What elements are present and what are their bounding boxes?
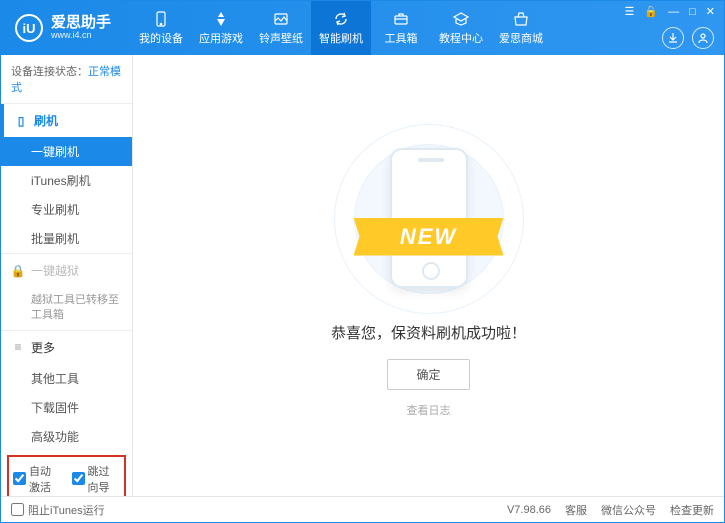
sidebar-item-batch[interactable]: 批量刷机	[1, 224, 132, 253]
version-label: V7.98.66	[507, 504, 551, 516]
new-banner: NEW	[354, 218, 504, 256]
logo-section: iU 爱思助手 www.i4.cn	[1, 14, 125, 42]
toolbox-icon	[392, 10, 410, 28]
sidebar-item-firmware[interactable]: 下载固件	[1, 393, 132, 422]
success-illustration: NEW	[334, 134, 524, 304]
view-log-link[interactable]: 查看日志	[407, 402, 451, 418]
connection-status: 设备连接状态：正常模式	[1, 55, 132, 103]
jailbreak-note: 越狱工具已转移至工具箱	[1, 287, 132, 330]
ok-button[interactable]: 确定	[387, 359, 469, 390]
service-link[interactable]: 客服	[565, 502, 587, 518]
minimize-icon[interactable]: —	[665, 6, 682, 18]
refresh-icon	[332, 10, 350, 28]
sidebar-header-jailbreak[interactable]: 🔒 一键越狱	[1, 254, 132, 287]
download-button[interactable]	[662, 27, 684, 49]
sidebar-item-advanced[interactable]: 高级功能	[1, 422, 132, 451]
close-icon[interactable]: ✕	[703, 5, 718, 18]
apps-icon	[212, 10, 230, 28]
success-message: 恭喜您，保资料刷机成功啦！	[331, 322, 526, 343]
tab-apps[interactable]: 应用游戏	[191, 1, 251, 55]
tab-ringtones[interactable]: 铃声壁纸	[251, 1, 311, 55]
tab-my-device[interactable]: 我的设备	[131, 1, 191, 55]
options-row: 自动激活 跳过向导	[7, 455, 126, 496]
titlebar: iU 爱思助手 www.i4.cn 我的设备 应用游戏 铃声壁纸 智能刷机 工具…	[1, 1, 724, 55]
checkbox-block-itunes[interactable]: 阻止iTunes运行	[11, 502, 105, 518]
more-icon: ≡	[11, 340, 25, 354]
graduation-icon	[452, 10, 470, 28]
app-window: iU 爱思助手 www.i4.cn 我的设备 应用游戏 铃声壁纸 智能刷机 工具…	[0, 0, 725, 523]
main-content: NEW 恭喜您，保资料刷机成功啦！ 确定 查看日志	[133, 55, 724, 496]
user-button[interactable]	[692, 27, 714, 49]
lock-icon: 🔒	[11, 264, 25, 278]
wechat-link[interactable]: 微信公众号	[601, 502, 656, 518]
sidebar-item-itunes[interactable]: iTunes刷机	[1, 166, 132, 195]
phone-icon: ▯	[14, 114, 28, 128]
tab-tutorials[interactable]: 教程中心	[431, 1, 491, 55]
app-name: 爱思助手	[51, 15, 111, 32]
tab-toolbox[interactable]: 工具箱	[371, 1, 431, 55]
wallpaper-icon	[272, 10, 290, 28]
maximize-icon[interactable]: □	[686, 6, 699, 18]
phone-icon	[152, 10, 170, 28]
update-link[interactable]: 检查更新	[670, 502, 714, 518]
logo-icon: iU	[15, 14, 43, 42]
window-controls: ☰ 🔒 — □ ✕	[622, 5, 718, 18]
tab-store[interactable]: 爱思商城	[491, 1, 551, 55]
tab-smart-flash[interactable]: 智能刷机	[311, 1, 371, 55]
sidebar-header-more[interactable]: ≡ 更多	[1, 331, 132, 364]
lock-icon[interactable]: 🔒	[641, 5, 661, 18]
sidebar-item-oneclick[interactable]: 一键刷机	[1, 137, 132, 166]
statusbar: 阻止iTunes运行 V7.98.66 客服 微信公众号 检查更新	[1, 496, 724, 522]
sidebar-item-pro[interactable]: 专业刷机	[1, 195, 132, 224]
app-url: www.i4.cn	[51, 31, 111, 41]
sidebar-header-flash[interactable]: ▯ 刷机	[1, 104, 132, 137]
checkbox-auto-activate[interactable]: 自动激活	[13, 463, 62, 495]
checkbox-skip-guide[interactable]: 跳过向导	[72, 463, 121, 495]
store-icon	[512, 10, 530, 28]
nav-tabs: 我的设备 应用游戏 铃声壁纸 智能刷机 工具箱 教程中心 爱思商城	[131, 1, 551, 55]
menu-icon[interactable]: ☰	[622, 5, 638, 18]
sidebar-item-other[interactable]: 其他工具	[1, 364, 132, 393]
sidebar: 设备连接状态：正常模式 ▯ 刷机 一键刷机 iTunes刷机 专业刷机 批量刷机…	[1, 55, 133, 496]
